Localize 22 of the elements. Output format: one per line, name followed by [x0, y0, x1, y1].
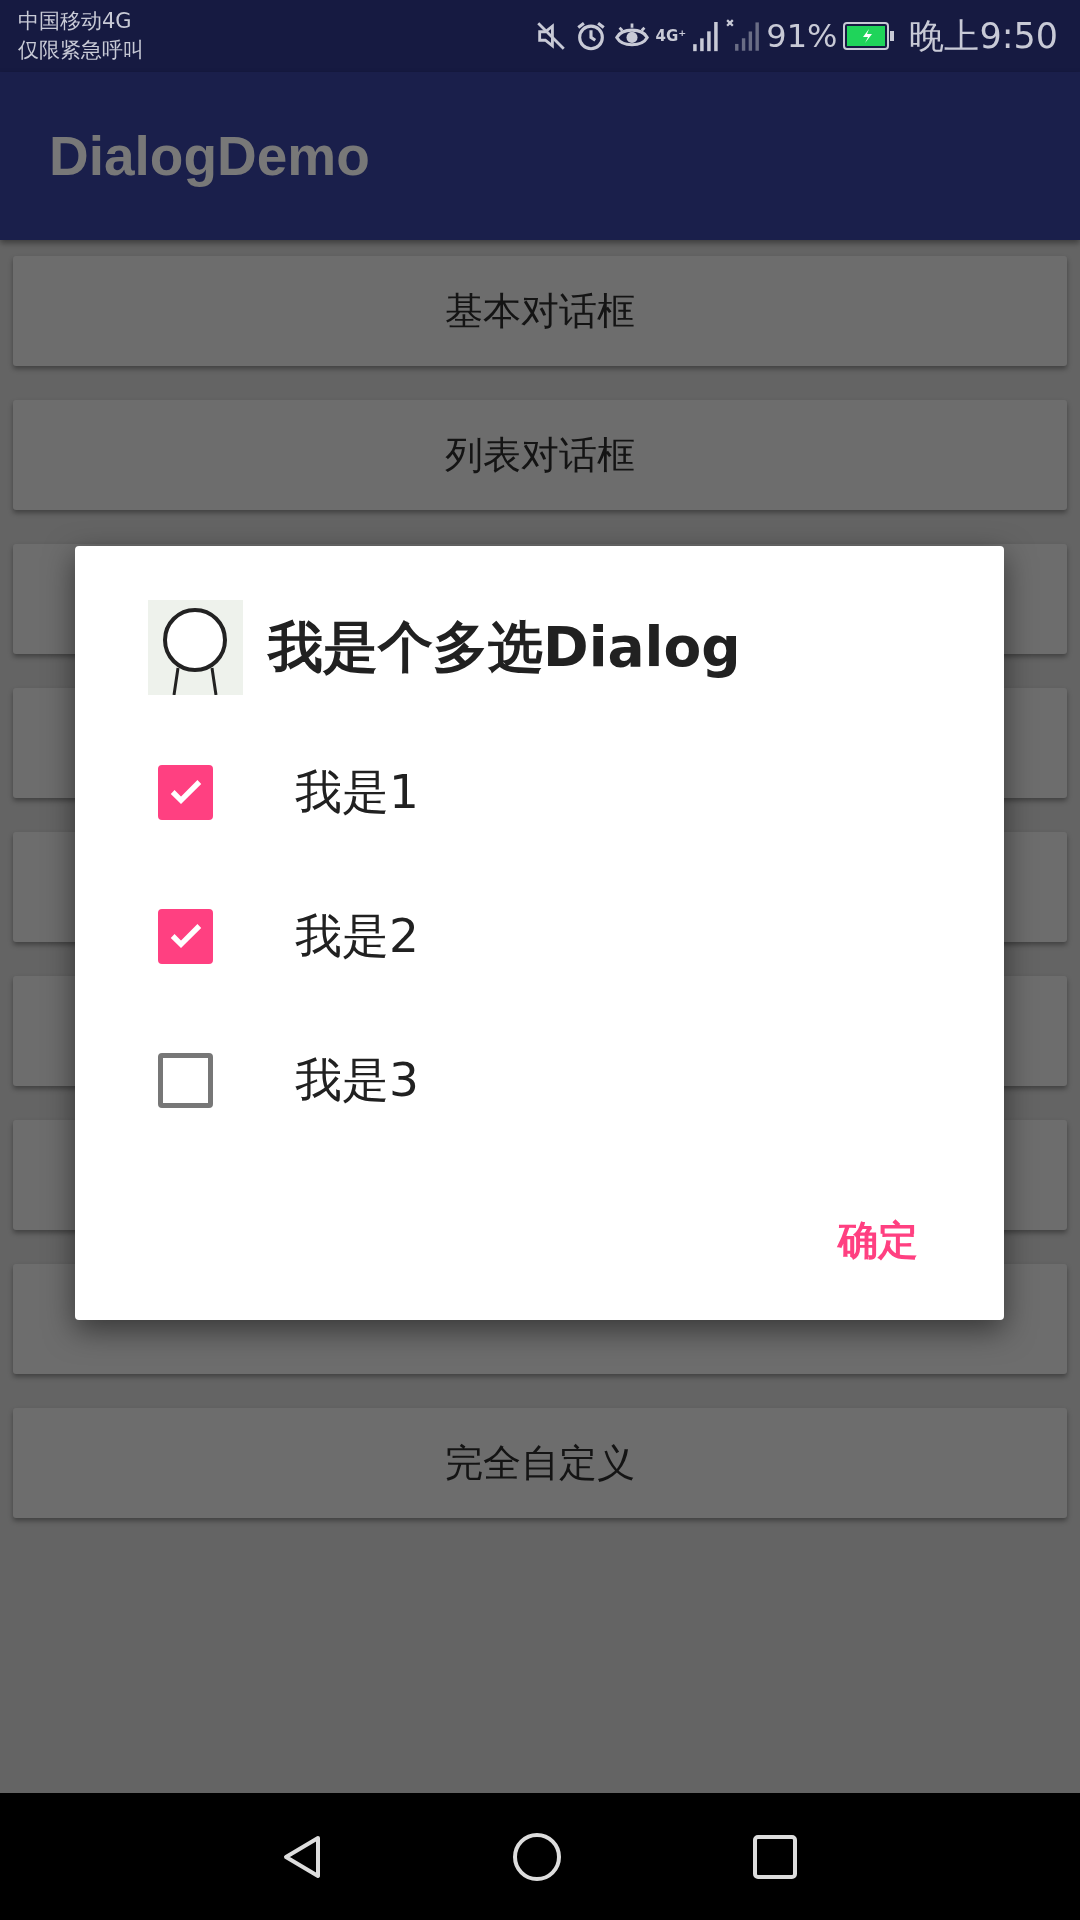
menu-button[interactable]: 列表对话框	[13, 400, 1067, 510]
checkbox[interactable]	[158, 908, 213, 964]
option-label: 我是2	[295, 906, 419, 965]
app-title: DialogDemo	[49, 124, 370, 188]
clock-time: 晚上9:50	[909, 14, 1058, 58]
battery-icon	[843, 22, 896, 50]
back-icon	[282, 1834, 322, 1879]
emergency-text: 仅限紧急呼叫	[18, 37, 144, 64]
dialog-title: 我是个多选Dialog	[268, 613, 741, 681]
network-label: 4G⁺	[655, 26, 687, 45]
home-icon	[512, 1831, 562, 1882]
battery-percent: 91%	[766, 17, 838, 55]
option-label: 我是3	[295, 1050, 419, 1109]
carrier-name: 中国移动4G	[18, 8, 133, 35]
figure-icon	[148, 600, 243, 695]
option-label: 我是1	[295, 762, 419, 821]
checkbox[interactable]	[158, 1052, 213, 1108]
no-signal-icon	[726, 18, 761, 54]
recents-icon	[752, 1833, 798, 1880]
checkbox[interactable]	[158, 764, 213, 820]
menu-button[interactable]: 基本对话框	[13, 256, 1067, 366]
menu-button[interactable]: 完全自定义	[13, 1408, 1067, 1518]
